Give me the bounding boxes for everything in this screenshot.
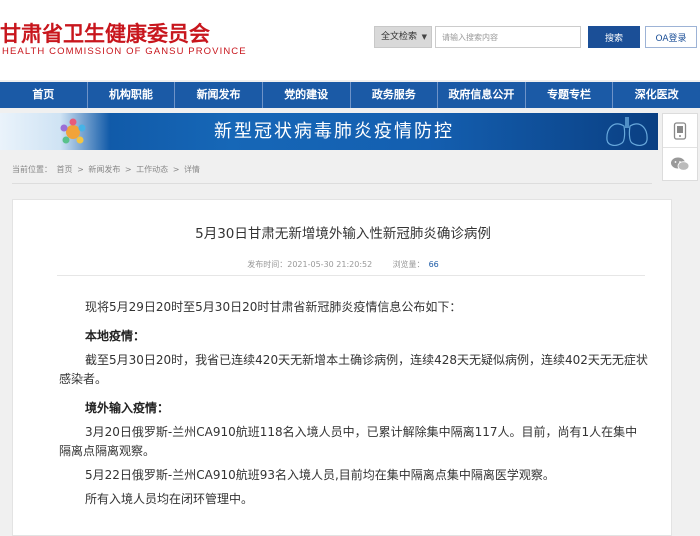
main-nav: 首页 机构职能 新闻发布 党的建设 政务服务 政府信息公开 专题专栏 深化医改 bbox=[0, 82, 700, 108]
mobile-version-button[interactable] bbox=[663, 114, 697, 147]
lungs-icon bbox=[606, 117, 648, 146]
search-scope-select[interactable]: 全文检索 ▼ bbox=[374, 26, 432, 48]
breadcrumb: 当前位置： 首页 > 新闻发布 > 工作动态 > 详情 bbox=[12, 164, 202, 175]
breadcrumb-separator: > bbox=[172, 165, 180, 174]
nav-item-topics[interactable]: 专题专栏 bbox=[526, 82, 614, 108]
search-button[interactable]: 搜索 bbox=[588, 26, 640, 48]
published-label: 发布时间： bbox=[247, 260, 288, 269]
local-outbreak-text: 截至5月30日20时，我省已连续420天无新增本土确诊病例，连续428天无疑似病… bbox=[59, 353, 648, 386]
nav-item-party[interactable]: 党的建设 bbox=[263, 82, 351, 108]
breadcrumb-home[interactable]: 首页 bbox=[57, 165, 73, 174]
breadcrumb-separator: > bbox=[124, 165, 132, 174]
nav-item-news[interactable]: 新闻发布 bbox=[175, 82, 263, 108]
meta-divider bbox=[57, 275, 645, 276]
oa-login-button[interactable]: OA登录 bbox=[645, 26, 697, 48]
nav-item-functions[interactable]: 机构职能 bbox=[88, 82, 176, 108]
closing-text: 所有入境人员均在闭环管理中。 bbox=[85, 492, 254, 506]
site-header: 甘肃省卫生健康委员会 HEALTH COMMISSION OF GANSU PR… bbox=[0, 0, 700, 80]
nav-item-disclosure[interactable]: 政府信息公开 bbox=[438, 82, 526, 108]
breadcrumb-current: 详情 bbox=[183, 165, 200, 174]
wechat-button[interactable] bbox=[663, 147, 697, 180]
site-logo-subtitle: HEALTH COMMISSION OF GANSU PROVINCE bbox=[2, 46, 247, 57]
chevron-down-icon: ▼ bbox=[421, 33, 427, 41]
nav-item-home[interactable]: 首页 bbox=[0, 82, 88, 108]
nav-item-services[interactable]: 政务服务 bbox=[351, 82, 439, 108]
site-logo-title[interactable]: 甘肃省卫生健康委员会 bbox=[0, 18, 210, 48]
search-scope-label: 全文检索 bbox=[381, 32, 418, 42]
article-title: 5月30日甘肃无新增境外输入性新冠肺炎确诊病例 bbox=[195, 226, 491, 242]
banner-title: 新型冠状病毒肺炎疫情防控 bbox=[214, 121, 454, 142]
view-count: 66 bbox=[428, 260, 439, 269]
nav-item-reform[interactable]: 深化医改 bbox=[613, 82, 700, 108]
article-meta: 发布时间：2021-05-30 21:20:52 浏览量： 66 bbox=[13, 259, 673, 270]
breadcrumb-divider bbox=[12, 183, 652, 184]
floating-share-bar bbox=[662, 113, 698, 181]
breadcrumb-separator: > bbox=[77, 165, 84, 174]
local-outbreak-heading: 本地疫情： bbox=[85, 329, 146, 343]
breadcrumb-news[interactable]: 新闻发布 bbox=[88, 165, 120, 174]
imported-cases-text-2: 5月22日俄罗斯-兰州CA910航班93名入境人员,目前均在集中隔离点集中隔离医… bbox=[85, 468, 555, 482]
breadcrumb-label: 当前位置： bbox=[12, 165, 52, 174]
imported-cases-heading: 境外输入疫情： bbox=[85, 401, 170, 415]
imported-cases-text-1: 3月20日俄罗斯-兰州CA910航班118名入境人员中，已累计解除集中隔离117… bbox=[59, 425, 638, 458]
search-input[interactable] bbox=[435, 26, 581, 48]
article-panel: 5月30日甘肃无新增境外输入性新冠肺炎确诊病例 发布时间：2021-05-30 … bbox=[12, 199, 672, 536]
wechat-icon bbox=[671, 157, 690, 171]
breadcrumb-work-updates[interactable]: 工作动态 bbox=[136, 165, 168, 174]
covid-banner[interactable]: 新型冠状病毒肺炎疫情防控 bbox=[0, 113, 658, 150]
mobile-icon bbox=[673, 121, 687, 140]
views-label: 浏览量： bbox=[392, 260, 425, 269]
published-time: 2021-05-30 21:20:52 bbox=[287, 260, 373, 269]
article-intro: 现将5月29日20时至5月30日20时甘肃省新冠肺炎疫情信息公布如下： bbox=[85, 300, 462, 314]
